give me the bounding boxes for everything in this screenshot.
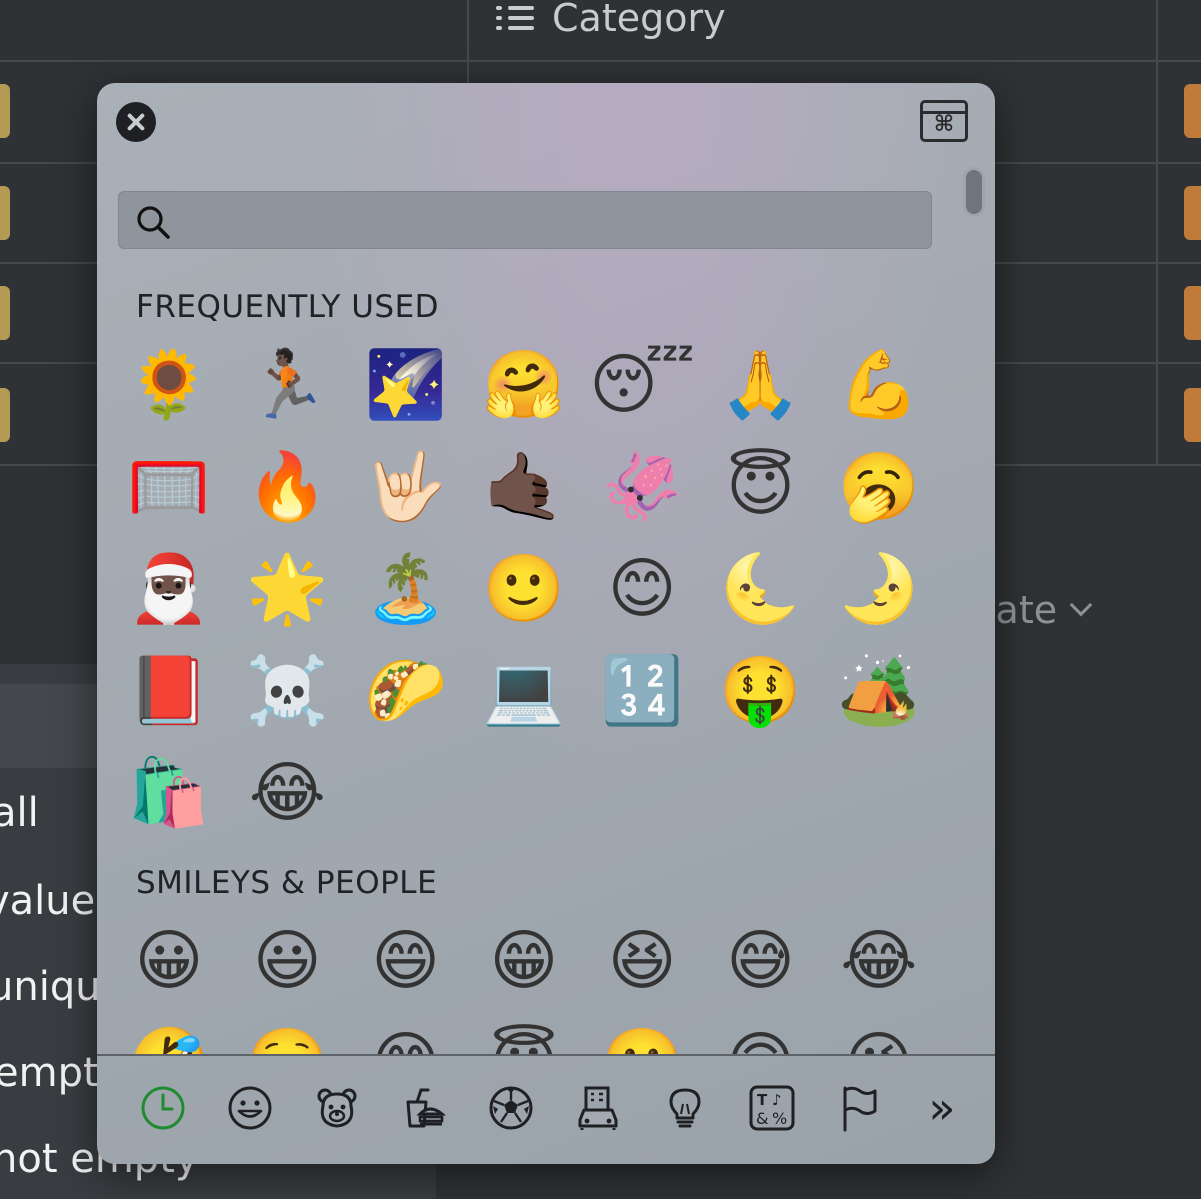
column-divider — [1156, 0, 1158, 466]
tabbar-divider — [97, 1054, 995, 1056]
svg-text:♪: ♪ — [772, 1091, 782, 1109]
search-field[interactable] — [118, 191, 932, 249]
emoji-cell[interactable]: 🤣 — [128, 1023, 210, 1055]
menu-item-all[interactable]: all — [0, 790, 39, 836]
row-tag[interactable] — [0, 186, 10, 240]
emoji-cell[interactable]: 🦑 — [601, 447, 683, 527]
emoji-cell[interactable]: 😊 — [366, 1023, 446, 1055]
emoji-cell[interactable]: 😴 — [589, 345, 695, 425]
emoji-cell[interactable]: 😄 — [366, 921, 446, 1001]
emoji-cell[interactable]: 😉 — [839, 1023, 919, 1055]
emoji-cell[interactable]: 😆 — [602, 921, 682, 1001]
tab-frequently-used[interactable] — [119, 1068, 206, 1148]
soccer-ball-icon — [489, 1086, 532, 1130]
svg-text:%: % — [772, 1109, 787, 1128]
emoji-cell[interactable]: 🛍️ — [128, 753, 210, 833]
category-header-label: Category — [552, 0, 726, 40]
emoji-cell[interactable]: 😃 — [247, 921, 327, 1001]
row-tag[interactable] — [1184, 286, 1201, 340]
emoji-cell[interactable]: 🌜 — [719, 549, 801, 629]
emoji-cell[interactable]: 🏃🏿 — [246, 345, 328, 425]
emoji-cell[interactable]: 🙃 — [720, 1023, 800, 1055]
emoji-cell[interactable]: 🔢 — [601, 651, 683, 731]
emoji-cell[interactable]: 😂 — [839, 921, 919, 1001]
row-tag[interactable] — [1184, 388, 1201, 442]
tab-food-drink[interactable] — [380, 1068, 467, 1148]
emoji-cell[interactable]: 🤑 — [719, 651, 801, 731]
tab-objects[interactable] — [641, 1068, 728, 1148]
tab-symbols[interactable]: T ♪ & % — [728, 1068, 815, 1148]
section-title-smileys-people: SMILEYS & PEOPLE — [136, 865, 438, 901]
category-tabbar: T ♪ & % » — [119, 1068, 979, 1148]
scrollbar-thumb[interactable] — [963, 167, 985, 217]
emoji-cell[interactable]: 💪 — [838, 345, 920, 425]
svg-text:T: T — [757, 1091, 768, 1109]
flag-icon — [843, 1086, 876, 1132]
emoji-cell[interactable]: 😊 — [602, 549, 682, 629]
emoji-cell[interactable]: 😅 — [720, 921, 800, 1001]
emoji-cell[interactable]: 😀 — [129, 921, 209, 1001]
emoji-cell[interactable]: 📕 — [128, 651, 210, 731]
emoji-cell[interactable]: 🥱 — [838, 447, 920, 527]
row-tag[interactable] — [0, 286, 10, 340]
search-input[interactable] — [183, 192, 913, 248]
emoji-cell[interactable]: 🌮 — [365, 651, 447, 731]
row-tag[interactable] — [1184, 84, 1201, 138]
emoji-cell[interactable]: 🤟🏻 — [365, 447, 447, 527]
emoji-cell[interactable]: 🙂 — [483, 549, 565, 629]
section-title-frequently-used: FREQUENTLY USED — [136, 289, 440, 325]
emoji-grid-frequently-used: 🌻 🏃🏿 🌠 🤗 😴 🙏 💪 🥅 🔥 🤟🏻 🤙🏿 🦑 😇 🥱 🎅🏿 🌟 🏝️ 🙂 😊 🌜 🌛 📕 ☠️ 🌮 💻 🔢 🤑 🏕️ 🛍️ 😂 — [128, 345, 959, 855]
emoji-cell[interactable]: 🌛 — [838, 549, 920, 629]
emoji-cell[interactable]: 🙂 — [601, 1023, 683, 1055]
tab-smileys-people[interactable] — [206, 1068, 293, 1148]
chevron-down-icon — [1069, 593, 1093, 617]
emoji-cell[interactable]: 😇 — [720, 447, 800, 527]
emoji-scroll-area[interactable]: FREQUENTLY USED 🌻 🏃🏿 🌠 🤗 😴 🙏 💪 🥅 🔥 🤟🏻 🤙🏿 🦑 😇 🥱 🎅🏿 🌟 🏝️ 🙂 😊… — [97, 83, 995, 1054]
emoji-cell[interactable]: 😂 — [247, 753, 327, 833]
emoji-cell[interactable]: 🥅 — [128, 447, 210, 527]
food-icon — [406, 1088, 446, 1128]
lightbulb-icon — [669, 1088, 700, 1128]
emoji-cell[interactable]: 🎅🏿 — [128, 549, 210, 629]
emoji-cell[interactable]: 🏕️ — [838, 651, 920, 731]
row-tag[interactable] — [0, 84, 10, 138]
row-tag[interactable] — [1184, 186, 1201, 240]
emoji-cell[interactable]: 🌻 — [128, 345, 210, 425]
row-tag[interactable] — [0, 388, 10, 442]
emoji-cell[interactable]: 😁 — [484, 921, 564, 1001]
symbols-icon: T ♪ & % — [749, 1085, 794, 1131]
emoji-cell[interactable]: 🌟 — [246, 549, 328, 629]
emoji-cell[interactable]: 🔥 — [246, 447, 328, 527]
building-car-icon — [578, 1086, 617, 1130]
tab-animals-nature[interactable] — [293, 1068, 380, 1148]
emoji-cell[interactable]: 🤗 — [483, 345, 565, 425]
smiley-icon — [228, 1086, 271, 1130]
tab-activity[interactable] — [467, 1068, 554, 1148]
emoji-cell[interactable]: 🙏 — [719, 345, 801, 425]
tab-travel-places[interactable] — [554, 1068, 641, 1148]
emoji-cell[interactable]: ☺️ — [246, 1023, 328, 1055]
emoji-grid-smileys-people: 😀 😃 😄 😁 😆 😅 😂 🤣 ☺️ 😊 😇 🙂 🙃 😉 — [128, 921, 959, 1055]
bear-icon — [317, 1088, 356, 1128]
emoji-cell[interactable]: ☠️ — [246, 651, 328, 731]
clock-icon — [141, 1086, 184, 1130]
svg-text:&: & — [756, 1109, 768, 1128]
emoji-cell[interactable]: 🌠 — [365, 345, 447, 425]
emoji-picker: ⌘ FREQUENTLY USED 🌻 🏃🏿 🌠 🤗 😴 🙏 💪 🥅 🔥 🤟🏻 🤙🏿 🦑 😇 🥱 🎅🏿 🌟 🏝️… — [97, 83, 995, 1164]
emoji-cell[interactable]: 💻 — [483, 651, 565, 731]
category-column-header[interactable]: Category — [496, 0, 726, 46]
tab-flags[interactable] — [815, 1068, 902, 1148]
search-icon — [137, 206, 170, 239]
list-icon — [496, 4, 534, 32]
more-categories-button[interactable]: » — [912, 1083, 972, 1134]
emoji-cell[interactable]: 🤙🏿 — [483, 447, 565, 527]
emoji-cell[interactable]: 😇 — [484, 1023, 564, 1055]
emoji-cell[interactable]: 🏝️ — [365, 549, 447, 629]
